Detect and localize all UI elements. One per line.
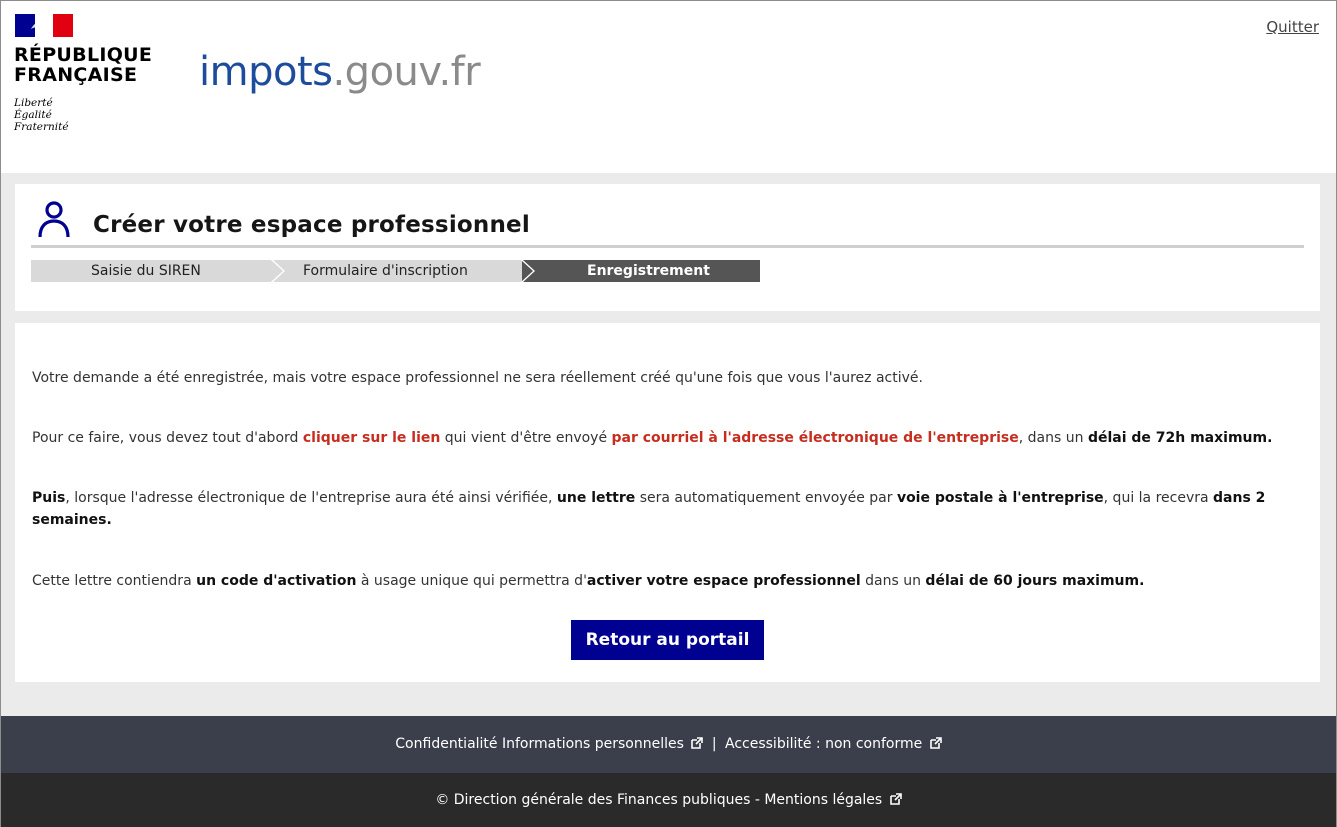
external-link-icon [889,793,902,805]
external-link-icon [929,737,942,749]
user-icon [38,201,70,238]
impots-gouv-logo[interactable]: impots.gouv.fr [199,47,481,97]
external-link-icon [691,737,704,749]
marianne-icon [31,21,47,29]
paragraph-email-link: Pour ce faire, vous devez tout d'abord c… [32,430,1273,446]
footer-links: Confidentialité Informations personnelle… [1,716,1336,773]
page-title: Créer votre espace professionnel [93,212,530,238]
footer-separator: | [711,736,717,752]
title-card: Créer votre espace professionnel Saisie … [15,184,1320,311]
legal-notices-link[interactable]: © Direction générale des Finances publiq… [435,792,902,808]
step-saisie-siren: Saisie du SIREN [31,260,283,282]
quit-link[interactable]: Quitter [1266,18,1319,36]
accessibility-link[interactable]: Accessibilité : non conforme [725,736,942,752]
step-enregistrement-current: Enregistrement [522,260,760,282]
site-header: RÉPUBLIQUE FRANÇAISE Liberté Égalité Fra… [1,1,1336,173]
republic-motto: Liberté Égalité Fraternité [14,97,69,133]
paragraph-postal-letter: Puis, lorsque l'adresse électronique de … [32,490,1266,528]
progress-stepper: Saisie du SIREN Formulaire d'inscription… [31,260,761,282]
back-to-portal-button[interactable]: Retour au portail [571,620,764,660]
confirmation-card: Votre demande a été enregistrée, mais vo… [15,323,1320,682]
republique-francaise-label: RÉPUBLIQUE FRANÇAISE [14,44,153,86]
paragraph-activation-code: Cette lettre contiendra un code d'activa… [32,573,1145,589]
step-formulaire-inscription: Formulaire d'inscription [273,260,535,282]
paragraph-registered: Votre demande a été enregistrée, mais vo… [32,370,923,386]
footer-legal: © Direction générale des Finances publiq… [1,773,1336,827]
title-divider [31,245,1304,248]
privacy-link[interactable]: Confidentialité Informations personnelle… [395,736,708,752]
